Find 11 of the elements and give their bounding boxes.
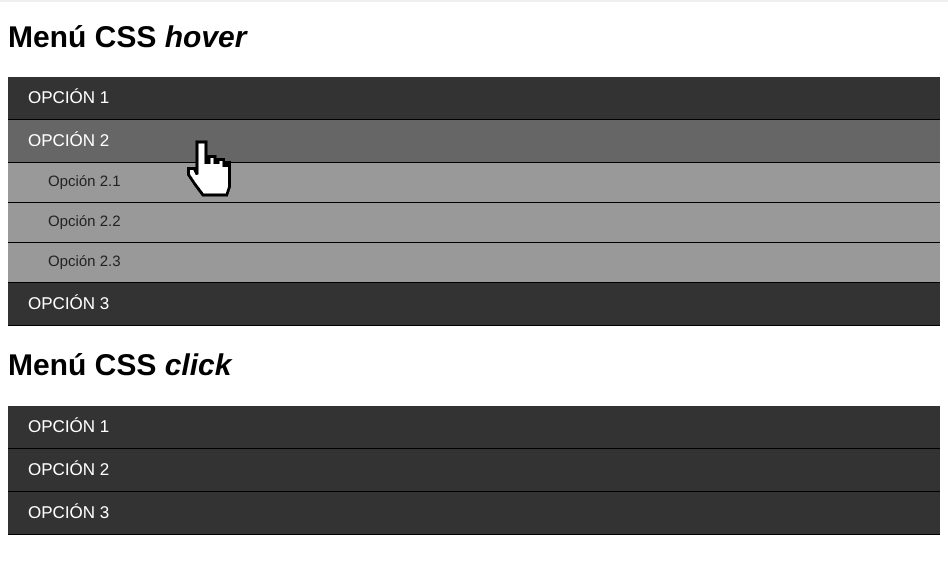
submenu-item[interactable]: Opción 2.1: [8, 163, 940, 203]
menu-item[interactable]: OPCIÓN 2: [8, 120, 940, 163]
menu-item[interactable]: OPCIÓN 2: [8, 449, 940, 492]
menu-item[interactable]: OPCIÓN 1: [8, 406, 940, 449]
menu-item[interactable]: OPCIÓN 3: [8, 492, 940, 535]
submenu-item[interactable]: Opción 2.2: [8, 203, 940, 243]
section-heading: Menú CSS click: [8, 348, 234, 384]
menu-item[interactable]: OPCIÓN 1: [8, 77, 940, 120]
section-heading: Menú CSS hover: [8, 20, 249, 56]
menu-item[interactable]: OPCIÓN 3: [8, 283, 940, 326]
submenu-item[interactable]: Opción 2.3: [8, 243, 940, 283]
